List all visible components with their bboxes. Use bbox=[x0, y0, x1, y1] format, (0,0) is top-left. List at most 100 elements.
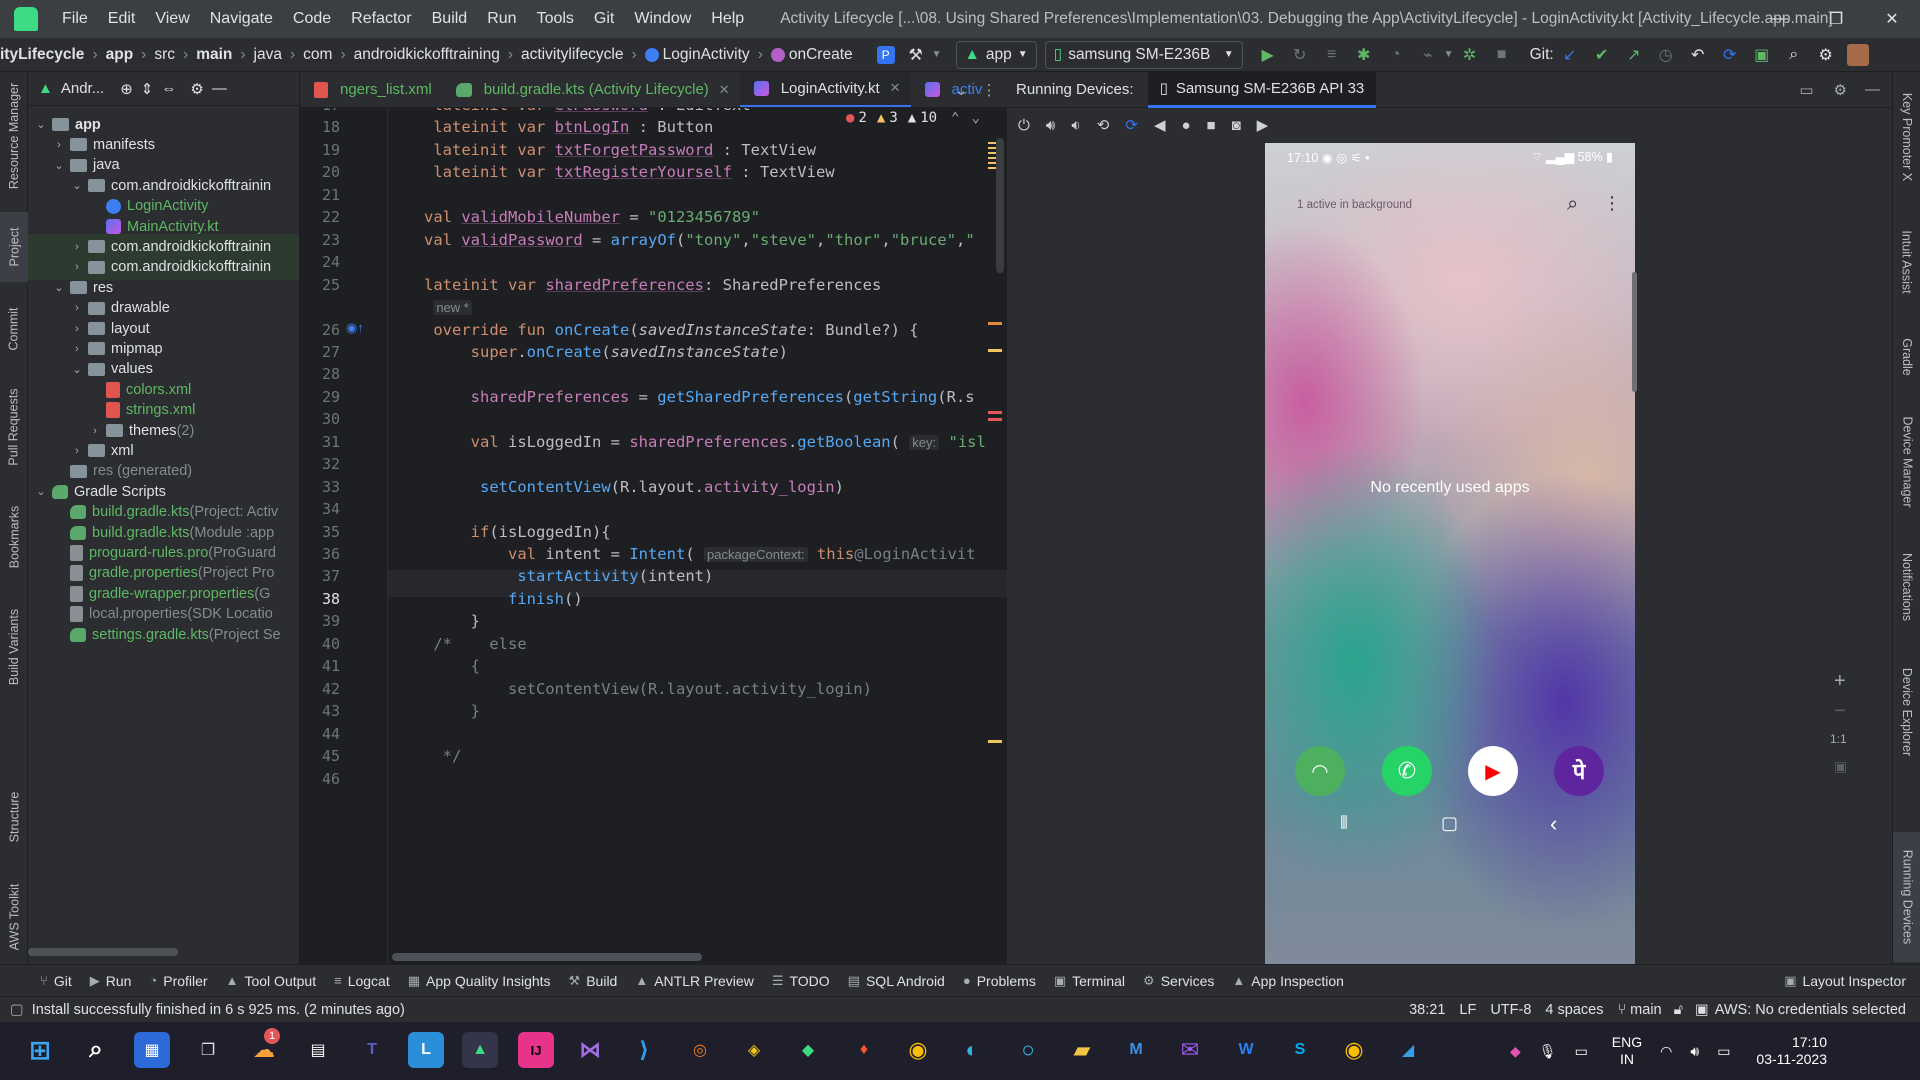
chevron-right-icon[interactable]: › bbox=[70, 445, 84, 457]
inspections-widget[interactable]: ● 2 ▲ 3 ▲ 10 ⌃ ⌄ bbox=[840, 108, 980, 130]
tab-notifications[interactable]: Notifications bbox=[1893, 532, 1920, 642]
breadcrumb-package[interactable]: androidkickofftraining bbox=[354, 46, 500, 64]
next-highlight-icon[interactable]: ⌄ bbox=[971, 110, 979, 126]
chevron-down-icon[interactable]: ⌄ bbox=[52, 281, 66, 294]
debug-icon[interactable]: ✱ bbox=[1353, 44, 1375, 66]
app-icon-2[interactable]: ◢ bbox=[1390, 1032, 1426, 1068]
screen-record-icon[interactable]: ▶ bbox=[1257, 116, 1269, 134]
tab-gradle[interactable]: Gradle bbox=[1893, 322, 1920, 392]
close-tab-icon[interactable]: ✕ bbox=[890, 80, 901, 96]
chevron-right-icon[interactable]: › bbox=[70, 261, 84, 273]
settings-gear-icon[interactable]: ⚙ bbox=[1815, 44, 1837, 66]
close-window-button[interactable]: ✕ bbox=[1864, 0, 1920, 38]
code-line[interactable]: setContentView(R.layout.activity_login) bbox=[396, 680, 872, 698]
jupyter-icon[interactable]: ◎ bbox=[682, 1032, 718, 1068]
code-line[interactable]: val isLoggedIn = sharedPreferences.getBo… bbox=[396, 433, 986, 451]
chevron-right-icon[interactable]: › bbox=[70, 343, 84, 355]
aws-status[interactable]: AWS: No credentials selected bbox=[1715, 1002, 1906, 1018]
tool-window-app-inspection[interactable]: ▲ App Inspection bbox=[1232, 973, 1344, 989]
zoom-in-icon[interactable]: + bbox=[1834, 670, 1846, 693]
editor-tab[interactable]: ngers_list.xml bbox=[300, 72, 442, 107]
visual-studio-icon[interactable]: ⋈ bbox=[572, 1032, 608, 1068]
chevron-down-icon[interactable]: ⌄ bbox=[70, 179, 84, 192]
tool-window-todo[interactable]: ☰ TODO bbox=[772, 973, 830, 989]
rotate-left-icon[interactable]: ⟲ bbox=[1097, 116, 1110, 134]
volume-icon[interactable]: 🔊︎ bbox=[1690, 1043, 1699, 1060]
chevron-right-icon[interactable]: › bbox=[70, 323, 84, 335]
ms-store-icon[interactable]: ▤ bbox=[300, 1032, 336, 1068]
code-line[interactable]: */ bbox=[396, 747, 462, 765]
tab-structure[interactable]: Structure bbox=[0, 772, 28, 862]
tab-more-icon[interactable]: ⋮ bbox=[982, 81, 997, 99]
hide-panel-icon[interactable]: — bbox=[212, 80, 227, 97]
tool-window-sql-android[interactable]: ▤ SQL Android bbox=[848, 973, 945, 989]
volume-down-icon[interactable]: 🔉︎ bbox=[1071, 117, 1080, 134]
override-gutter-icon[interactable]: ◉↑ bbox=[346, 320, 364, 336]
tray-battery-icon[interactable]: ▭ bbox=[1717, 1043, 1730, 1060]
wifi-icon[interactable]: ◠ bbox=[1660, 1043, 1672, 1060]
tab-intuit-assist[interactable]: Intuit Assist bbox=[1893, 212, 1920, 312]
menu-run[interactable]: Run bbox=[477, 10, 526, 28]
tab-pull-requests[interactable]: Pull Requests bbox=[0, 372, 28, 482]
messenger-icon[interactable]: ✉ bbox=[1172, 1032, 1208, 1068]
editor-vscrollbar[interactable] bbox=[996, 138, 1004, 273]
tab-commit[interactable]: Commit bbox=[0, 294, 28, 364]
python-icon[interactable]: ◈ bbox=[736, 1032, 772, 1068]
code-line[interactable]: lateinit var txtForgetPassword : TextVie… bbox=[396, 141, 816, 159]
chevron-down-icon[interactable]: ⌄ bbox=[70, 363, 84, 376]
code-line[interactable]: if(isLoggedIn){ bbox=[396, 523, 611, 541]
app-l-icon[interactable]: L bbox=[408, 1032, 444, 1068]
plugin-icon[interactable]: P bbox=[876, 45, 895, 64]
device-screen[interactable]: 17:10 ◉ ◎ ⚟ • ⌔ ▂▄▆ 58% ▮ 1 active in ba… bbox=[1265, 143, 1635, 964]
code-line[interactable]: finish() bbox=[396, 590, 583, 608]
rotate-right-icon[interactable]: ⟳ bbox=[1125, 116, 1138, 134]
breadcrumb-com[interactable]: com bbox=[303, 46, 332, 64]
tab-running-devices[interactable]: Running Devices bbox=[1893, 832, 1920, 962]
tab-project[interactable]: Project bbox=[0, 212, 28, 282]
run-icon[interactable]: ▶ bbox=[1257, 44, 1279, 66]
code-line[interactable]: } bbox=[396, 702, 480, 720]
debug-attach-icon[interactable]: ✲ bbox=[1459, 44, 1481, 66]
menu-navigate[interactable]: Navigate bbox=[200, 10, 283, 28]
language-indicator[interactable]: ENG IN bbox=[1612, 1034, 1642, 1068]
run-config-select[interactable]: ▲ app ▼ bbox=[955, 40, 1037, 69]
chevron-right-icon[interactable]: › bbox=[70, 241, 84, 253]
zoom-out-icon[interactable]: − bbox=[1834, 700, 1846, 723]
chevron-right-icon[interactable]: › bbox=[52, 139, 66, 151]
minimize-button[interactable]: — bbox=[1752, 0, 1808, 38]
whatsapp-icon[interactable]: ✆ bbox=[1382, 746, 1432, 796]
breadcrumb-src[interactable]: src bbox=[154, 46, 175, 64]
git-update-icon[interactable]: ↙ bbox=[1559, 44, 1581, 66]
breadcrumb-project[interactable]: ityLifecycle bbox=[0, 46, 84, 64]
chrome-profile-icon[interactable]: ◉ bbox=[1336, 1032, 1372, 1068]
code-line[interactable]: lateinit var txtRegisterYourself : TextV… bbox=[396, 163, 834, 181]
code-line[interactable]: lateinit var btnLogIn : Button bbox=[396, 118, 713, 136]
close-tab-icon[interactable]: ✕ bbox=[719, 82, 730, 98]
code-line[interactable]: } bbox=[396, 612, 480, 630]
caret-position[interactable]: 38:21 bbox=[1409, 1002, 1445, 1018]
brave-icon[interactable]: ♦ bbox=[846, 1032, 882, 1068]
maximize-icon[interactable]: ▭ bbox=[1799, 81, 1813, 99]
device-manager-icon[interactable]: ▣ bbox=[1751, 44, 1773, 66]
rerun-icon[interactable]: ↻ bbox=[1289, 44, 1311, 66]
teams-icon[interactable]: T bbox=[354, 1032, 390, 1068]
git-commit-icon[interactable]: ✔ bbox=[1591, 44, 1613, 66]
line-separator[interactable]: LF bbox=[1459, 1002, 1476, 1018]
edge-icon[interactable]: ◐ bbox=[954, 1032, 990, 1068]
git-rollback-icon[interactable]: ↶ bbox=[1687, 44, 1709, 66]
editor-tab[interactable]: LoginActivity.kt ✕ bbox=[739, 72, 911, 107]
tool-window-tool-output[interactable]: ▲ Tool Output bbox=[226, 973, 316, 989]
app-icon[interactable]: M bbox=[1118, 1032, 1154, 1068]
git-history-icon[interactable]: ◷ bbox=[1655, 44, 1677, 66]
phone-recents-key-icon[interactable]: ⦀ bbox=[1340, 813, 1348, 834]
tab-build-variants[interactable]: Build Variants bbox=[0, 592, 28, 702]
menu-refactor[interactable]: Refactor bbox=[341, 10, 421, 28]
cortana-icon[interactable]: ○ bbox=[1010, 1032, 1046, 1068]
device-select[interactable]: ▯ samsung SM-E236B ▼ bbox=[1044, 40, 1243, 69]
code-line[interactable]: val validMobileNumber = "0123456789" bbox=[396, 208, 760, 226]
menu-window[interactable]: Window bbox=[624, 10, 701, 28]
git-push-icon[interactable]: ↗ bbox=[1623, 44, 1645, 66]
git-client-icon[interactable]: ◆ bbox=[790, 1032, 826, 1068]
tool-window-build[interactable]: ⚒ Build bbox=[569, 973, 618, 989]
tab-aws-toolkit[interactable]: AWS Toolkit bbox=[0, 872, 28, 962]
